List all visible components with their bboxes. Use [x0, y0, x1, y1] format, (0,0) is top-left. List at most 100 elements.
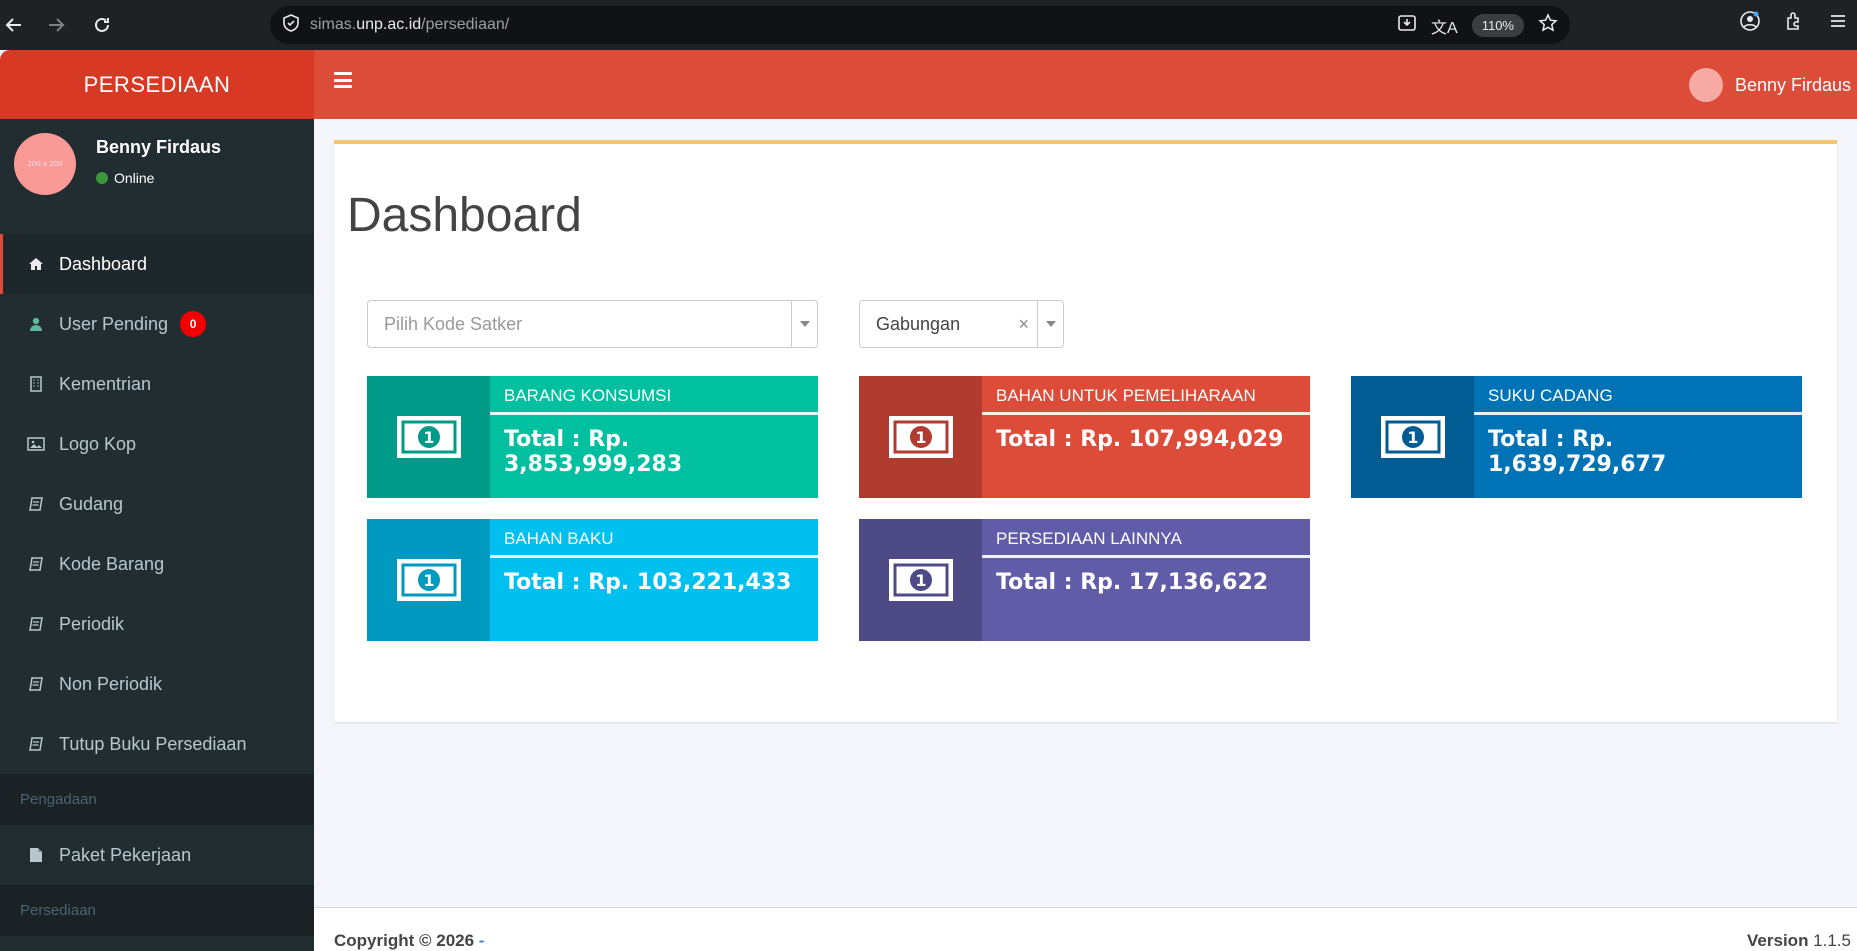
- chevron-down-icon[interactable]: [1037, 301, 1063, 347]
- money-icon: 1: [859, 519, 982, 641]
- money-icon: 1: [367, 519, 490, 641]
- sidebar-item-user-pending[interactable]: User Pending 0: [0, 294, 314, 354]
- reload-icon[interactable]: [88, 11, 116, 39]
- money-icon: 1: [1351, 376, 1474, 498]
- sidebar-item-gudang[interactable]: Gudang: [0, 474, 314, 534]
- sidebar-item-logo-kop[interactable]: Logo Kop: [0, 414, 314, 474]
- info-box-suku-cadang: 1 SUKU CADANG Total : Rp. 1,639,729,677: [1351, 376, 1802, 498]
- sidebar-item-periodik[interactable]: Periodik: [0, 594, 314, 654]
- satker-select[interactable]: Pilih Kode Satker: [367, 300, 818, 348]
- top-navbar: Benny Firdaus: [314, 50, 1857, 119]
- file-icon: [27, 846, 45, 864]
- user-menu-name: Benny Firdaus: [1734, 74, 1851, 95]
- info-box-bahan-baku: 1 BAHAN BAKU Total : Rp. 103,221,433: [367, 519, 818, 641]
- image-icon: [27, 435, 45, 453]
- version-label: Version: [1747, 931, 1809, 950]
- sidebar-item-label: Tutup Buku Persediaan: [59, 733, 247, 754]
- filter-value: Gabungan: [876, 313, 961, 334]
- book-icon: [27, 675, 45, 693]
- sidebar-item-tutup-buku[interactable]: Tutup Buku Persediaan: [0, 714, 314, 774]
- menu-icon[interactable]: [1827, 10, 1849, 36]
- status-text: Online: [114, 170, 155, 186]
- info-box-label: BARANG KONSUMSI: [504, 386, 672, 405]
- info-box-persediaan-lainnya: 1 PERSEDIAAN LAINNYA Total : Rp. 17,136,…: [859, 519, 1310, 641]
- user-name: Benny Firdaus: [96, 137, 222, 157]
- sidebar: 200 x 200 Benny Firdaus Online Dashboard…: [0, 119, 314, 951]
- sidebar-item-label: Kode Barang: [59, 553, 165, 574]
- book-icon: [27, 555, 45, 573]
- sidebar-item-paket-pekerjaan[interactable]: Paket Pekerjaan: [0, 825, 314, 885]
- app-logo[interactable]: PERSEDIAAN: [0, 50, 314, 119]
- avatar-placeholder-text: 200 x 200: [27, 160, 63, 168]
- browser-toolbar: simas. unp.ac.id/persediaan/ 文A 110%: [0, 0, 1857, 50]
- svg-text:1: 1: [915, 428, 926, 447]
- sidebar-item-label: Non Periodik: [59, 673, 163, 694]
- avatar: 200 x 200: [14, 133, 76, 195]
- sidebar-item-label: Dashboard: [59, 253, 148, 274]
- status-dot-icon: [96, 172, 108, 184]
- sidebar-item-label: Gudang: [59, 493, 124, 514]
- info-box-value: Total : Rp. 103,221,433: [504, 570, 792, 595]
- sidebar-item-dashboard[interactable]: Dashboard: [0, 234, 314, 294]
- svg-text:1: 1: [423, 428, 434, 447]
- sidebar-section-pengadaan: Pengadaan: [0, 774, 314, 825]
- info-box-value: Total : Rp. 1,639,729,677: [1488, 427, 1667, 477]
- book-icon: [27, 735, 45, 753]
- version-info: Version 1.1.5: [1747, 931, 1851, 951]
- chevron-down-icon[interactable]: [791, 301, 817, 347]
- type-filter-select[interactable]: Gabungan ×: [859, 300, 1064, 348]
- version-number: 1.1.5: [1808, 931, 1851, 950]
- info-box-divider: [982, 555, 1310, 558]
- sidebar-item-label: Periodik: [59, 613, 125, 634]
- info-box-label: BAHAN BAKU: [504, 529, 614, 548]
- content-area: Dashboard Pilih Kode Satker Gabungan × 1…: [314, 119, 1857, 907]
- money-icon: 1: [859, 376, 982, 498]
- sidebar-section-persediaan: Persediaan: [0, 885, 314, 936]
- profile-icon[interactable]: [1739, 10, 1761, 36]
- book-icon: [27, 495, 45, 513]
- install-icon[interactable]: [1397, 13, 1417, 38]
- sidebar-item-label: User Pending: [59, 313, 169, 334]
- info-box-label: BAHAN UNTUK PEMELIHARAAN: [996, 386, 1256, 405]
- user-icon: [27, 315, 45, 333]
- info-box-divider: [1474, 412, 1802, 415]
- extensions-icon[interactable]: [1783, 10, 1805, 36]
- address-bar[interactable]: simas. unp.ac.id/persediaan/ 文A 110%: [270, 6, 1570, 44]
- info-box-value: Total : Rp. 3,853,999,283: [504, 427, 683, 477]
- sidebar-item-label: Logo Kop: [59, 433, 137, 454]
- sidebar-item-kode-barang[interactable]: Kode Barang: [0, 534, 314, 594]
- sidebar-toggle-icon[interactable]: [334, 72, 352, 88]
- zoom-indicator[interactable]: 110%: [1471, 14, 1524, 37]
- svg-text:1: 1: [1407, 428, 1418, 447]
- satker-placeholder: Pilih Kode Satker: [384, 313, 523, 334]
- translate-icon[interactable]: 文A: [1431, 14, 1458, 38]
- sidebar-item-non-periodik[interactable]: Non Periodik: [0, 654, 314, 714]
- back-icon[interactable]: [0, 11, 28, 39]
- sidebar-item-kementrian[interactable]: Kementrian: [0, 354, 314, 414]
- forward-icon[interactable]: [42, 11, 70, 39]
- building-icon: [27, 375, 45, 393]
- dashboard-box: Dashboard Pilih Kode Satker Gabungan × 1…: [334, 140, 1837, 722]
- url-prefix: simas.: [310, 16, 357, 33]
- svg-text:1: 1: [915, 571, 926, 590]
- info-box-value: Total : Rp. 17,136,622: [996, 570, 1269, 595]
- user-panel: 200 x 200 Benny Firdaus Online: [0, 119, 314, 234]
- copyright: Copyright © 2026 -: [334, 931, 484, 951]
- home-icon: [27, 255, 45, 273]
- avatar: [1688, 68, 1723, 102]
- info-box-label: PERSEDIAAN LAINNYA: [996, 529, 1182, 548]
- pending-count-badge: 0: [180, 311, 207, 337]
- url-domain: unp.ac.id: [356, 16, 422, 33]
- copyright-link[interactable]: -: [479, 931, 485, 950]
- info-box-divider: [490, 412, 818, 415]
- money-icon: 1: [367, 376, 490, 498]
- info-box-label: SUKU CADANG: [1488, 386, 1613, 405]
- footer: Copyright © 2026 - Version 1.1.5: [314, 907, 1857, 951]
- user-menu[interactable]: Benny Firdaus: [1688, 68, 1851, 102]
- clear-icon[interactable]: ×: [1018, 314, 1037, 335]
- url-path: /persediaan/: [421, 16, 510, 33]
- info-box-divider: [490, 555, 818, 558]
- sidebar-item-label: Paket Pekerjaan: [59, 844, 192, 865]
- site-shield-icon[interactable]: [282, 13, 300, 37]
- star-icon[interactable]: [1538, 13, 1558, 38]
